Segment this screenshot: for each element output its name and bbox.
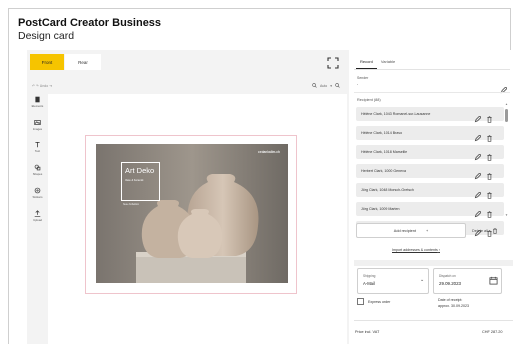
recipient-address: Hélène Clark, 1043 Romanel-sur-Lausanne — [361, 111, 431, 116]
delete-all-label: Delete all — [472, 228, 488, 233]
zoom-fit-icon[interactable] — [335, 83, 340, 89]
page-title: Design card — [18, 30, 75, 42]
scroll-up-icon[interactable]: ▲ — [505, 102, 508, 106]
express-label: Express order — [368, 299, 391, 304]
express-order-option[interactable]: Express order — [357, 298, 390, 305]
card-editor: Front Rear ↶ ↷ Undo ⇥ Auto ▾ Elements Im… — [27, 50, 349, 344]
zoom-controls: Auto ▾ — [312, 83, 340, 89]
upload-icon — [34, 210, 41, 217]
tool-label: Text — [34, 149, 41, 153]
dispatch-value: 29.09.2023 — [439, 281, 461, 286]
trash-icon — [493, 227, 497, 234]
chevron-right-icon: › — [438, 248, 440, 252]
delete-all-button[interactable]: Delete all — [472, 223, 508, 238]
tool-text[interactable]: Text — [27, 141, 48, 153]
tool-sidebar: Elements Images Text Shapes Stickers Upl… — [27, 94, 48, 344]
recipient-row[interactable]: Hélène Clark, 1018 Marseille — [356, 145, 504, 161]
address-panel: Record Variable Sender - Recipient (88) … — [354, 50, 513, 344]
editor-sub-toolbar: ↶ ↷ Undo ⇥ Auto ▾ — [27, 82, 349, 94]
calendar-icon[interactable] — [489, 276, 498, 285]
tool-label: Images — [32, 127, 43, 131]
recipient-row[interactable]: Herbert Clark, 1000 Geneva — [356, 164, 504, 180]
tool-label: Stickers — [32, 195, 43, 199]
undo-redo-controls[interactable]: ↶ ↷ Undo ⇥ — [32, 84, 52, 88]
price-value: CHF 287.20 — [482, 330, 503, 334]
tool-elements[interactable]: Elements — [27, 96, 48, 108]
recipient-address: Hélène Clark, 1018 Marseille — [361, 149, 408, 154]
recipient-list: Hélène Clark, 1043 Romanel-sur-Lausanne … — [356, 107, 504, 240]
recipient-address: Hélène Clark, 1014 Bravo — [361, 130, 403, 135]
tool-images[interactable]: Images — [27, 119, 48, 131]
express-checkbox[interactable] — [357, 298, 364, 305]
divider — [354, 69, 510, 70]
recipient-row[interactable]: Jörg Clark, 1048 Morsch-Gretsch — [356, 183, 504, 199]
app-title: PostCard Creator Business — [18, 17, 162, 29]
recipient-row[interactable]: Hélène Clark, 1043 Romanel-sur-Lausanne — [356, 107, 504, 123]
tool-shapes[interactable]: Shapes — [27, 164, 48, 176]
recipient-address: Jörg Clark, 1009 Marten — [361, 206, 400, 211]
zoom-select[interactable]: Auto — [320, 84, 327, 88]
card-photo[interactable]: cedankallm.ch Art Deko Vase & Keramik Ne… — [96, 144, 288, 283]
recipient-row[interactable]: Hélène Clark, 1014 Bravo — [356, 126, 504, 142]
tool-label: Upload — [33, 218, 42, 222]
scroll-down-icon[interactable]: ▼ — [505, 213, 508, 217]
text-icon — [35, 142, 40, 148]
art-subtitle: Vase & Keramik — [125, 179, 144, 182]
chevron-down-icon: ⌄ — [420, 277, 425, 283]
dispatch-date-field[interactable]: Dispatch on 29.09.2023 — [433, 268, 502, 294]
plus-icon: + — [425, 228, 429, 233]
import-addresses-link[interactable]: Import addresses & contents › — [392, 248, 440, 252]
art-tagline: Neue Kollektion — [123, 204, 140, 206]
sender-value: - — [357, 82, 359, 86]
tab-record[interactable]: Record — [356, 56, 377, 69]
postcard-front[interactable]: cedankallm.ch Art Deko Vase & Keramik Ne… — [85, 135, 297, 294]
shipping-value: A-Mail — [363, 281, 375, 286]
tool-label: Elements — [31, 104, 44, 108]
add-recipient-button[interactable]: Add recipient + — [356, 223, 466, 238]
art-deko-textbox[interactable]: Art Deko Vase & Keramik — [121, 162, 160, 201]
layers-icon — [35, 96, 40, 103]
import-label: Import addresses & contents — [392, 248, 438, 252]
shipping-select[interactable]: Shipping A-Mail ⌄ — [357, 268, 429, 294]
recipient-address: Jörg Clark, 1048 Morsch-Gretsch — [361, 187, 414, 192]
shapes-icon — [34, 164, 41, 171]
art-title: Art Deko — [125, 166, 155, 175]
chevron-down-icon[interactable]: ▾ — [330, 84, 332, 88]
brand-text: cedankallm.ch — [258, 150, 280, 154]
shipping-label: Shipping — [363, 274, 376, 278]
divider — [354, 92, 510, 93]
tab-rear[interactable]: Rear — [65, 54, 101, 70]
recipients-title: Recipient (88) — [357, 98, 381, 102]
design-canvas[interactable]: cedankallm.ch Art Deko Vase & Keramik Ne… — [48, 94, 347, 344]
tool-upload[interactable]: Upload — [27, 210, 48, 222]
tool-label: Shapes — [32, 172, 43, 176]
recipient-row[interactable]: Jörg Clark, 1009 Marten — [356, 202, 504, 218]
scrollbar-thumb[interactable] — [505, 109, 508, 122]
edit-sender-icon[interactable] — [500, 81, 508, 99]
editor-top-toolbar: Front Rear — [27, 50, 349, 75]
fullscreen-icon[interactable] — [327, 56, 339, 69]
tool-stickers[interactable]: Stickers — [27, 187, 48, 199]
section-separator — [354, 260, 513, 266]
recipient-address: Herbert Clark, 1000 Geneva — [361, 168, 406, 173]
sender-label: Sender — [357, 76, 369, 80]
receipt-label: Date of receipt: — [438, 298, 463, 302]
dispatch-label: Dispatch on — [439, 274, 456, 278]
panel-tabs: Record Variable — [356, 56, 399, 69]
receipt-date: approx. 30.09.2023 — [438, 304, 469, 308]
tab-variable[interactable]: Variable — [377, 56, 399, 69]
image-icon — [34, 120, 41, 125]
divider — [354, 320, 513, 321]
sticker-icon — [34, 187, 41, 194]
tab-front[interactable]: Front — [30, 54, 64, 70]
price-label: Price incl. VAT — [355, 330, 380, 334]
side-tabs: Front Rear — [30, 54, 101, 70]
add-recipient-label: Add recipient — [393, 228, 416, 233]
recipient-scrollbar[interactable]: ▲ ▼ — [505, 102, 508, 217]
zoom-search-icon[interactable] — [312, 83, 317, 89]
